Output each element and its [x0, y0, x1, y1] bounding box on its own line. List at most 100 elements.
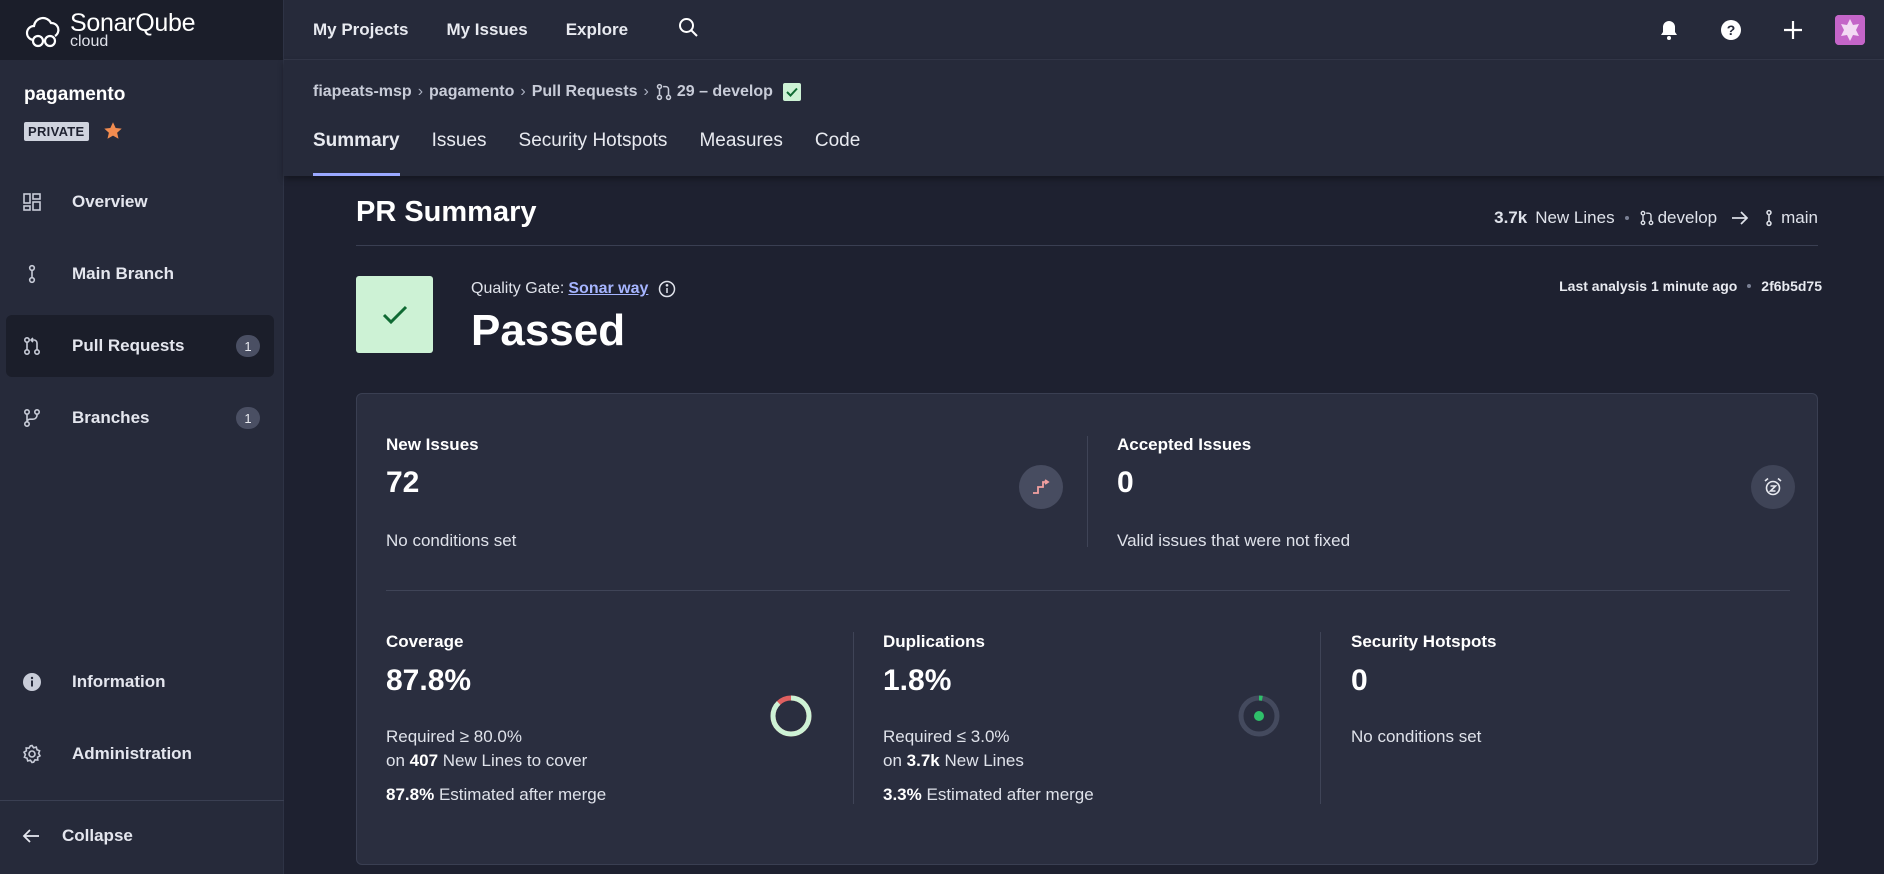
- duplications-donut-icon: [1238, 695, 1280, 737]
- sidebar-divider: [0, 800, 284, 801]
- info-icon[interactable]: [658, 280, 676, 298]
- duplications-estimate-value: 3.3%: [883, 785, 922, 804]
- branch-icon: [22, 264, 42, 284]
- new-issues-title: New Issues: [386, 435, 479, 454]
- target-branch[interactable]: main: [1781, 208, 1818, 228]
- info-icon: [22, 672, 42, 692]
- avatar[interactable]: [1835, 15, 1865, 45]
- sidebar-item-main-branch[interactable]: Main Branch: [6, 243, 274, 305]
- sidebar-item-label: Information: [72, 672, 166, 691]
- tab-code[interactable]: Code: [815, 128, 860, 176]
- duplications-lines-count: 3.7k: [906, 751, 940, 770]
- summary-header: PR Summary 3.7k New Lines develop main: [356, 196, 1818, 246]
- duplications-title: Duplications: [883, 632, 986, 651]
- security-hotspots-note: No conditions set: [1351, 727, 1482, 746]
- logo[interactable]: SonarQube cloud: [0, 0, 283, 60]
- pr-meta: 3.7k New Lines develop main: [1494, 208, 1818, 228]
- nav-my-projects[interactable]: My Projects: [313, 20, 408, 40]
- branch-icon: [1766, 209, 1772, 227]
- duplications-estimate: 3.3% Estimated after merge: [883, 785, 1094, 805]
- quality-gate-status: Passed: [471, 306, 626, 355]
- pull-requests-count-badge: 1: [236, 335, 260, 357]
- nav-explore[interactable]: Explore: [566, 20, 628, 40]
- snooze-clock-icon[interactable]: [1751, 465, 1795, 509]
- project-header: fiapeats-msp › pagamento › Pull Requests…: [284, 60, 1884, 176]
- tab-measures[interactable]: Measures: [699, 128, 782, 176]
- star-icon[interactable]: [102, 120, 124, 142]
- sidebar-item-label: Pull Requests: [72, 336, 185, 355]
- brand-sub: cloud: [70, 32, 109, 50]
- coverage-estimate: 87.8% Estimated after merge: [386, 785, 606, 805]
- bell-icon[interactable]: [1649, 10, 1689, 50]
- help-icon[interactable]: ?: [1711, 10, 1751, 50]
- collapse-button[interactable]: Collapse: [22, 826, 133, 846]
- arrow-left-icon: [22, 829, 39, 843]
- collapse-label: Collapse: [62, 826, 133, 845]
- branches-count-badge: 1: [236, 407, 260, 429]
- breadcrumb-project[interactable]: pagamento: [429, 83, 514, 101]
- branches-icon: [22, 408, 42, 428]
- breadcrumb: fiapeats-msp › pagamento › Pull Requests…: [313, 83, 801, 101]
- sidebar-item-pull-requests[interactable]: Pull Requests 1: [6, 315, 274, 377]
- coverage-value[interactable]: 87.8%: [386, 664, 471, 698]
- chevron-right-icon: ›: [417, 83, 424, 100]
- sidebar-item-label: Main Branch: [72, 264, 175, 283]
- duplications-value[interactable]: 1.8%: [883, 664, 951, 698]
- divider: [386, 590, 1790, 591]
- grid-icon: [22, 192, 42, 212]
- source-branch[interactable]: develop: [1658, 208, 1718, 228]
- breadcrumb-pr[interactable]: 29 – develop: [677, 83, 773, 101]
- coverage-lines-prefix: on: [386, 751, 405, 770]
- chevron-right-icon: ›: [520, 83, 526, 100]
- nav-my-issues[interactable]: My Issues: [446, 20, 527, 40]
- duplications-donut-center: [1254, 711, 1264, 721]
- sidebar: SonarQube cloud pagamento PRIVATE Overvi…: [0, 0, 284, 874]
- sidebar-item-label: Branches: [72, 408, 150, 427]
- sidebar-item-information[interactable]: Information: [6, 651, 274, 713]
- new-issues-note: No conditions set: [386, 531, 517, 550]
- tab-issues[interactable]: Issues: [432, 128, 487, 176]
- accepted-issues-title: Accepted Issues: [1117, 435, 1252, 454]
- sidebar-item-overview[interactable]: Overview: [6, 171, 274, 233]
- duplications-required: Required ≤ 3.0%: [883, 727, 1010, 746]
- coverage-lines: on 407 New Lines to cover: [386, 751, 587, 771]
- last-analysis: Last analysis 1 minute ago 2f6b5d75: [1559, 278, 1822, 294]
- quality-gate-link[interactable]: Sonar way: [568, 280, 648, 298]
- divider: [1320, 632, 1321, 804]
- quality-gate-label: Quality Gate: Sonar way: [471, 280, 676, 298]
- accepted-issues-note: Valid issues that were not fixed: [1117, 531, 1351, 550]
- sidebar-item-administration[interactable]: Administration: [6, 723, 274, 785]
- arrow-right-icon: [1732, 211, 1749, 225]
- quality-gate-prefix: Quality Gate:: [471, 280, 565, 297]
- sidebar-item-label: Administration: [72, 744, 192, 763]
- coverage-title: Coverage: [386, 632, 464, 651]
- top-nav: My Projects My Issues Explore ?: [284, 0, 1884, 60]
- sidebar-item-branches[interactable]: Branches 1: [6, 387, 274, 449]
- dot-separator: [1747, 284, 1752, 288]
- new-issues-value[interactable]: 72: [386, 466, 419, 500]
- duplications-estimate-suffix: Estimated after merge: [926, 785, 1094, 804]
- svg-text:?: ?: [1727, 22, 1736, 38]
- project-name[interactable]: pagamento: [24, 84, 125, 106]
- divider: [853, 632, 854, 804]
- breadcrumb-pull-requests[interactable]: Pull Requests: [532, 83, 638, 101]
- tabs: Summary Issues Security Hotspots Measure…: [313, 128, 892, 176]
- dot-separator: [1624, 216, 1629, 220]
- tab-security-hotspots[interactable]: Security Hotspots: [519, 128, 668, 176]
- sidebar-item-label: Overview: [72, 192, 148, 211]
- security-hotspots-value[interactable]: 0: [1351, 664, 1368, 698]
- divider: [1087, 436, 1088, 547]
- duplications-lines: on 3.7k New Lines: [883, 751, 1024, 771]
- search-icon[interactable]: [677, 16, 699, 43]
- coverage-donut-icon: [770, 695, 812, 737]
- duplications-lines-suffix: New Lines: [944, 751, 1024, 770]
- plus-icon[interactable]: [1773, 10, 1813, 50]
- tab-summary[interactable]: Summary: [313, 128, 400, 176]
- visibility-badge: PRIVATE: [24, 122, 89, 141]
- brand-name: SonarQube: [70, 8, 196, 37]
- pull-request-icon: [22, 336, 42, 356]
- breadcrumb-org[interactable]: fiapeats-msp: [313, 83, 412, 101]
- accepted-issues-value[interactable]: 0: [1117, 466, 1134, 500]
- new-issues-trend-icon[interactable]: [1019, 465, 1063, 509]
- coverage-lines-count: 407: [409, 751, 439, 770]
